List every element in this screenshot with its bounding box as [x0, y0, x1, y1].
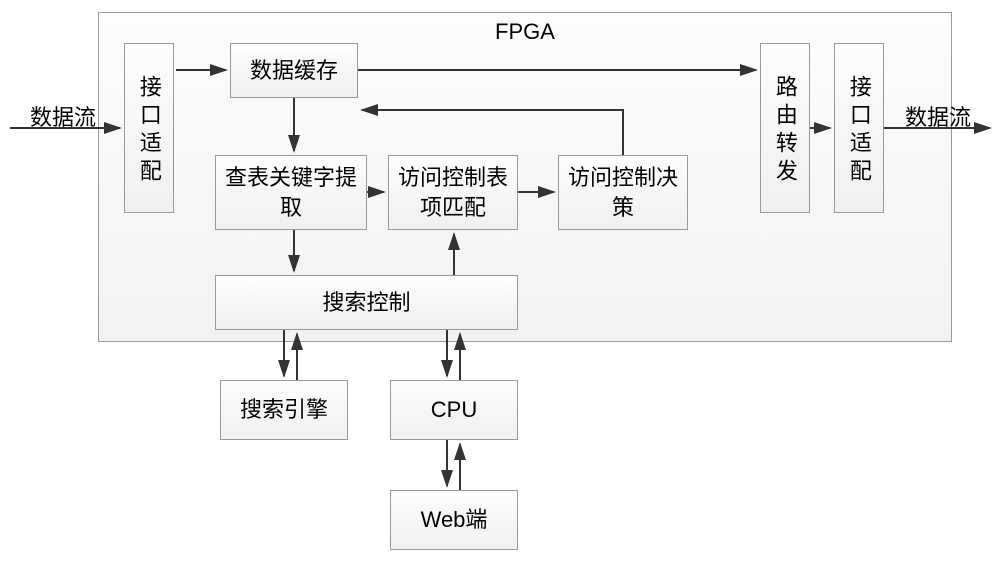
- web-end: Web端: [390, 490, 518, 550]
- dataflow-in-label: 数据流: [30, 100, 96, 132]
- dataflow-out-label: 数据流: [905, 100, 971, 132]
- data-cache: 数据缓存: [230, 43, 358, 98]
- route-forward: 路由转发: [760, 43, 810, 213]
- search-engine: 搜索引擎: [220, 380, 348, 440]
- interface-adapter-out: 接口适配: [834, 43, 884, 213]
- acl-match: 访问控制表项匹配: [388, 155, 518, 230]
- search-control: 搜索控制: [215, 275, 518, 330]
- fpga-title: FPGA: [495, 19, 555, 45]
- interface-adapter-in: 接口适配: [124, 43, 174, 213]
- cpu: CPU: [390, 380, 518, 440]
- keyword-extract: 查表关键字提取: [215, 155, 367, 230]
- acl-decision: 访问控制决策: [558, 155, 688, 230]
